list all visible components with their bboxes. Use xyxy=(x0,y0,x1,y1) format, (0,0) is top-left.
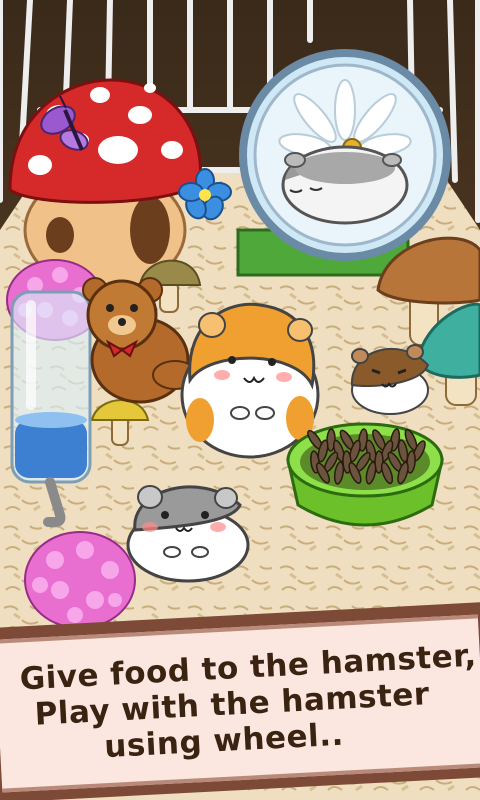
caption-banner: Give food to the hamster, Play with the … xyxy=(0,602,480,800)
game-scene: Give food to the hamster, Play with the … xyxy=(0,0,480,800)
banner-panel: Give food to the hamster, Play with the … xyxy=(0,614,480,793)
